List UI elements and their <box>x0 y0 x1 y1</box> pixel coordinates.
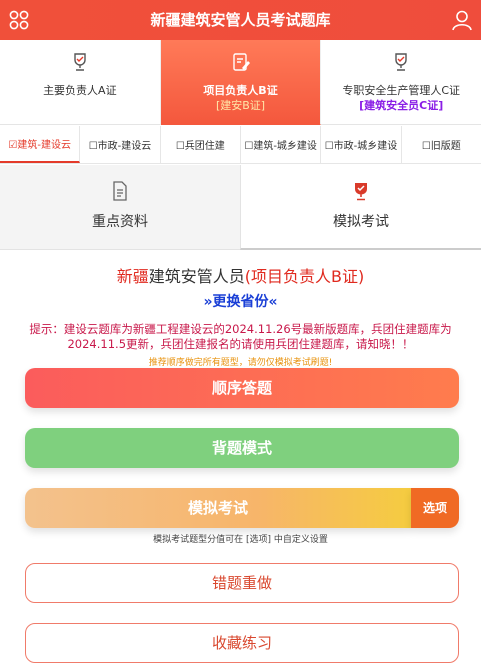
cert-c-label: 专职安全生产管理人C证 <box>342 84 461 97</box>
app-header: 新疆建筑安管人员考试题库 <box>0 0 481 40</box>
notice-text: 提示：建设云题库为新疆工程建设云的2024.11.26号最新版题库，兵团住建题库… <box>29 322 452 351</box>
mock-exam-button[interactable]: 模拟考试 <box>25 488 411 528</box>
region-tab-jianzhu-jianshe[interactable]: ☑建筑-建设云 <box>0 126 81 163</box>
tab-key-materials[interactable]: 重点资料 <box>0 165 240 250</box>
trophy-icon <box>355 183 367 201</box>
recite-mode-button[interactable]: 背题模式 <box>25 428 459 468</box>
tip-text: 推荐顺序做完所有题型，请勿仅模拟考试刷题! <box>148 358 333 368</box>
tab-mock-exam[interactable]: 模拟考试 <box>240 165 481 250</box>
cert-b-sub: [建安B证] <box>215 99 266 112</box>
headline-region: 新疆 <box>116 267 149 286</box>
user-icon[interactable] <box>451 9 473 31</box>
region-tab-jianzhu-chengxiang[interactable]: ☐建筑-城乡建设 <box>241 126 322 163</box>
certificate-tabs: 主要负责人A证 项目负责人B证 [建安B证] 专职安全生产管理人C证 [建筑安全… <box>0 40 481 125</box>
mock-exam-note: 模拟考试题型分值可在 [选项] 中自定义设置 <box>153 535 328 545</box>
sequential-answer-button[interactable]: 顺序答题 <box>25 368 459 408</box>
options-button[interactable]: 选项 <box>411 488 459 528</box>
tab-cert-a[interactable]: 主要负责人A证 <box>0 40 161 125</box>
exam-headline: 新疆建筑安管人员(项目负责人B证) <box>0 263 481 287</box>
app-title: 新疆建筑安管人员考试题库 <box>150 11 331 29</box>
region-tab-old[interactable]: ☐旧版题 <box>402 126 481 163</box>
trophy-icon <box>395 53 407 71</box>
tab-mock-exam-label: 模拟考试 <box>333 214 389 230</box>
tab-key-materials-label: 重点资料 <box>92 214 148 230</box>
headline-cert: (项目负责人B证) <box>244 267 365 286</box>
document-icon <box>113 181 127 201</box>
cert-b-label: 项目负责人B证 <box>203 84 278 97</box>
change-province-link[interactable]: »更换省份« <box>0 291 481 311</box>
trophy-icon <box>74 53 86 71</box>
wrong-questions-button[interactable]: 错题重做 <box>25 563 459 603</box>
info-card: 新疆建筑安管人员(项目负责人B证) »更换省份« 提示：建设云题库为新疆工程建设… <box>0 250 481 354</box>
cert-a-label: 主要负责人A证 <box>43 84 117 97</box>
favorites-practice-button[interactable]: 收藏练习 <box>25 623 459 663</box>
tab-cert-b[interactable]: 项目负责人B证 [建安B证] <box>160 40 322 125</box>
region-tab-shizheng-chengxiang[interactable]: ☐市政-城乡建设 <box>321 126 402 163</box>
edit-icon <box>232 53 250 71</box>
tab-cert-c[interactable]: 专职安全生产管理人C证 [建筑安全员C证] <box>321 40 481 125</box>
headline-title: 建筑安管人员 <box>148 267 245 286</box>
cert-c-sub: [建筑安全员C证] <box>359 99 444 112</box>
main-tabs: 重点资料 模拟考试 <box>0 165 481 250</box>
region-tab-bingtuan[interactable]: ☐兵团住建 <box>161 126 241 163</box>
region-tab-shizheng-jianshe[interactable]: ☐市政-建设云 <box>80 126 161 163</box>
region-tabs: ☑建筑-建设云 ☐市政-建设云 ☐兵团住建 ☐建筑-城乡建设 ☐市政-城乡建设 … <box>0 126 481 164</box>
